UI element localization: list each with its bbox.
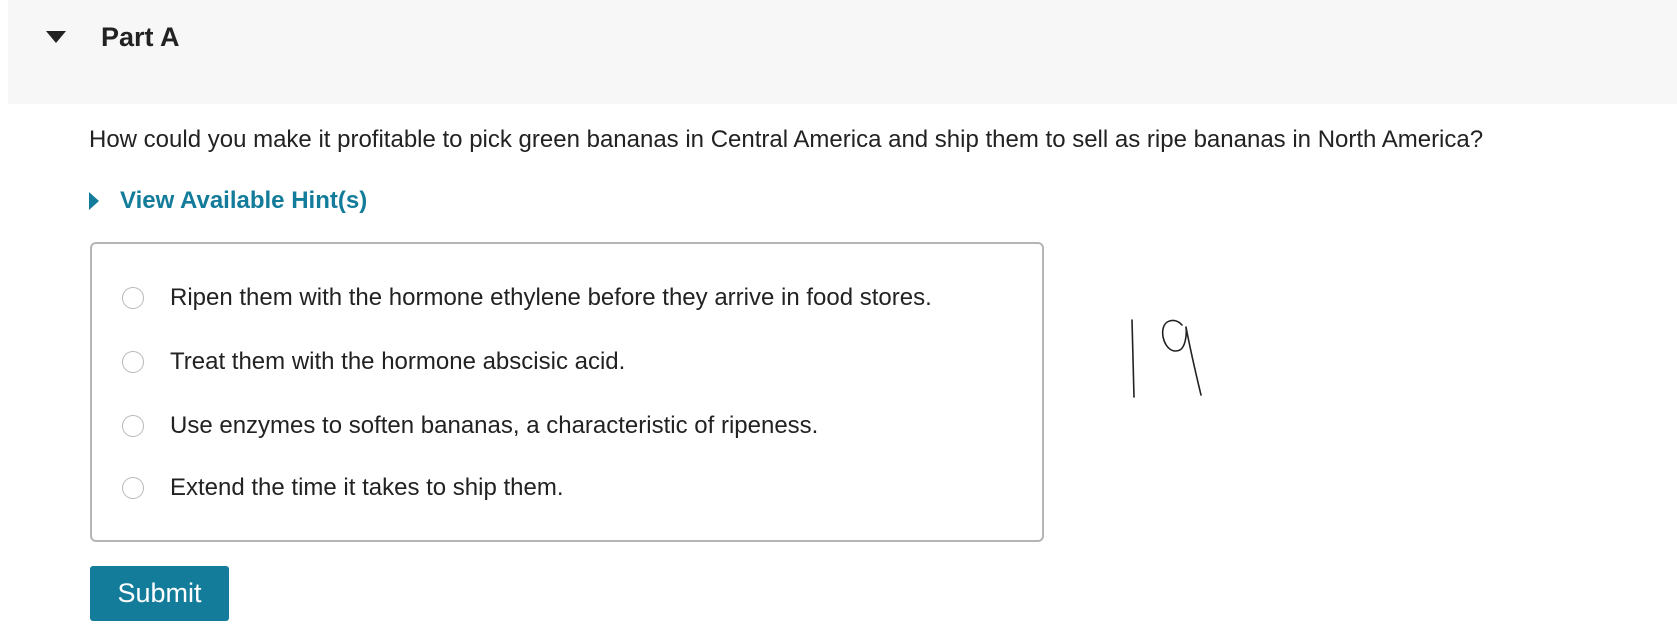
answer-options: Ripen them with the hormone ethylene bef…: [90, 242, 1044, 542]
option-label: Treat them with the hormone abscisic aci…: [170, 348, 626, 375]
radio-button[interactable]: [122, 351, 144, 373]
caret-right-icon: [88, 191, 100, 211]
caret-down-icon[interactable]: [44, 30, 68, 44]
part-header: Part A: [8, 0, 1677, 104]
part-title: Part A: [101, 22, 180, 52]
answer-option[interactable]: Treat them with the hormone abscisic aci…: [122, 345, 625, 379]
radio-button[interactable]: [122, 415, 144, 437]
option-label: Ripen them with the hormone ethylene bef…: [170, 284, 932, 311]
answer-option[interactable]: Ripen them with the hormone ethylene bef…: [122, 281, 932, 315]
option-label: Extend the time it takes to ship them.: [170, 474, 564, 501]
radio-button[interactable]: [122, 477, 144, 499]
radio-button[interactable]: [122, 287, 144, 309]
option-label: Use enzymes to soften bananas, a charact…: [170, 412, 819, 439]
question-page: Part A How could you make it profitable …: [0, 0, 1677, 644]
answer-option[interactable]: Extend the time it takes to ship them.: [122, 471, 564, 505]
view-hints-toggle[interactable]: View Available Hint(s): [88, 184, 367, 218]
submit-button[interactable]: Submit: [90, 566, 229, 621]
handwritten-annotation: [1131, 319, 1202, 398]
answer-option[interactable]: Use enzymes to soften bananas, a charact…: [122, 409, 818, 443]
view-hints-link[interactable]: View Available Hint(s): [120, 184, 367, 218]
question-text: How could you make it profitable to pick…: [89, 126, 1484, 153]
